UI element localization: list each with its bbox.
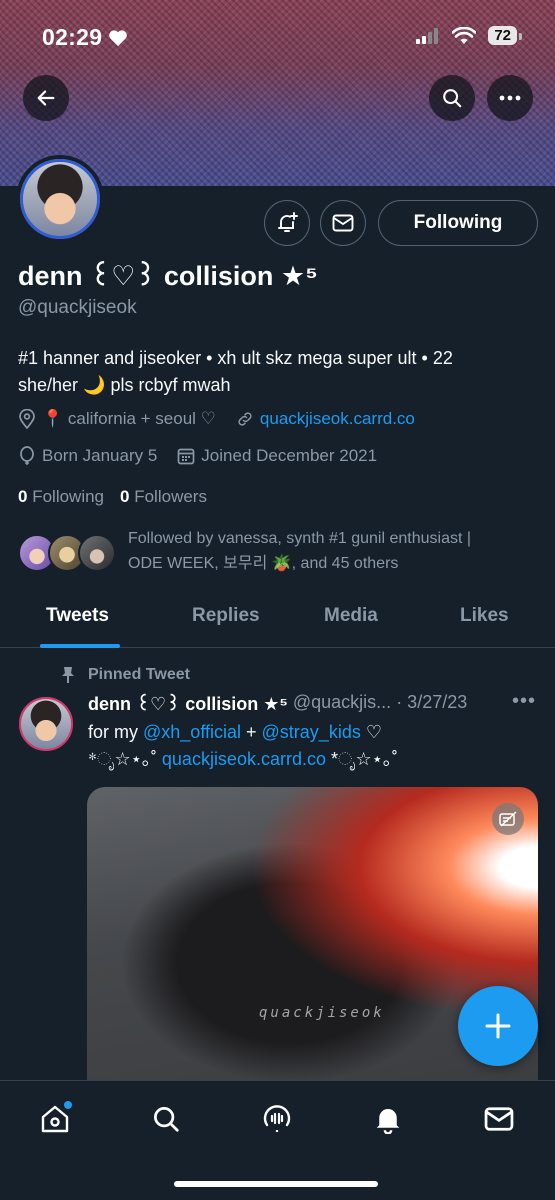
tab-replies[interactable]: Replies bbox=[192, 605, 260, 627]
search-icon bbox=[154, 1107, 179, 1132]
tweet-more-button[interactable]: ••• bbox=[512, 690, 536, 713]
birthday: Born January 5 bbox=[18, 446, 157, 466]
avatar-ring bbox=[20, 159, 100, 239]
pinned-label: Pinned Tweet bbox=[60, 666, 190, 684]
location-pin-icon bbox=[19, 409, 35, 429]
mention-link[interactable]: @xh_official bbox=[143, 722, 241, 742]
birthday-text: Born January 5 bbox=[42, 446, 158, 465]
balloon-icon bbox=[20, 446, 34, 465]
back-arrow-icon bbox=[37, 90, 55, 106]
link-icon bbox=[238, 412, 252, 426]
spaces-icon bbox=[263, 1105, 291, 1132]
notifications-bell-button[interactable] bbox=[264, 200, 310, 246]
profile-meta-row: 📍 california + seoul ♡ quackjiseok.carrd… bbox=[18, 409, 415, 429]
bio-line: she/her 🌙 pls rcbyf mwah bbox=[18, 375, 231, 395]
mail-icon bbox=[332, 214, 354, 232]
website[interactable]: quackjiseok.carrd.co bbox=[236, 409, 415, 429]
battery-indicator: 72 bbox=[488, 26, 522, 45]
location-text: 📍 california + seoul ♡ bbox=[42, 409, 216, 428]
home-indicator bbox=[174, 1181, 378, 1187]
followed-by[interactable]: Followed by vanessa, synth #1 gunil enth… bbox=[18, 526, 523, 576]
tweet-media[interactable]: quackjiseok bbox=[87, 787, 538, 1107]
search-icon bbox=[443, 89, 462, 108]
tweet-date[interactable]: · 3/27/23 bbox=[396, 692, 467, 715]
status-bar: 02:29 72 bbox=[0, 0, 555, 72]
followed-by-avatars bbox=[18, 534, 118, 574]
profile-handle: @quackjiseok bbox=[18, 297, 137, 318]
wifi-icon bbox=[452, 26, 477, 44]
bio-line: #1 hanner and jiseoker • xh ult skz mega… bbox=[18, 348, 453, 368]
tweet-author-handle[interactable]: @quackjis... bbox=[293, 692, 391, 715]
bell-plus-icon bbox=[278, 212, 298, 232]
profile-bio: #1 hanner and jiseoker • xh ult skz mega… bbox=[18, 345, 538, 399]
followers-count-link[interactable]: 0 Followers bbox=[120, 487, 207, 507]
followed-by-text: Followed by vanessa, synth #1 gunil enth… bbox=[128, 530, 472, 572]
more-button[interactable] bbox=[487, 75, 533, 121]
media-watermark: quackjiseok bbox=[259, 1005, 385, 1021]
pin-icon bbox=[62, 667, 74, 683]
tab-tweets[interactable]: Tweets bbox=[46, 605, 109, 627]
nav-notifications[interactable] bbox=[368, 1099, 408, 1139]
joined-date: Joined December 2021 bbox=[177, 446, 377, 466]
profile-tabs: Tweets Replies Media Likes bbox=[0, 590, 555, 648]
signal-icon bbox=[416, 27, 439, 44]
heart-icon bbox=[109, 29, 128, 46]
tab-media[interactable]: Media bbox=[324, 605, 378, 627]
back-button[interactable] bbox=[23, 75, 69, 121]
tweet-author-name[interactable]: denn ꒰♡꒱ collision ★⁵ bbox=[88, 692, 288, 715]
notifications-icon bbox=[376, 1109, 400, 1134]
mention-link[interactable]: @stray_kids bbox=[262, 722, 361, 742]
nav-search[interactable] bbox=[146, 1099, 186, 1139]
messages-icon bbox=[484, 1107, 514, 1131]
tab-likes[interactable]: Likes bbox=[460, 605, 509, 627]
tweet-header: denn ꒰♡꒱ collision ★⁵ @quackjis... · 3/2… bbox=[88, 692, 467, 715]
status-icons: 72 bbox=[416, 26, 522, 45]
display-name: denn ꒰♡꒱ collision ★⁵ bbox=[18, 261, 318, 291]
gif-badge-icon bbox=[499, 811, 517, 827]
home-notification-dot bbox=[64, 1101, 72, 1109]
media-badge bbox=[492, 803, 524, 835]
nav-home[interactable] bbox=[35, 1099, 75, 1139]
calendar-icon bbox=[177, 448, 195, 465]
message-button[interactable] bbox=[320, 200, 366, 246]
profile-avatar[interactable] bbox=[16, 155, 104, 243]
status-time: 02:29 bbox=[42, 24, 128, 51]
nav-messages[interactable] bbox=[479, 1099, 519, 1139]
profile-dates-row: Born January 5 Joined December 2021 bbox=[18, 446, 377, 466]
active-tab-indicator bbox=[40, 644, 120, 648]
tweet-text-line: *ೃ☆⋆｡˚ quackjiseok.carrd.co *ೃ☆⋆｡˚ bbox=[88, 749, 398, 769]
tweet-text: for my @xh_official + @stray_kids ♡ *ೃ☆⋆… bbox=[88, 719, 528, 773]
tweet-text-line: for my @xh_official + @stray_kids ♡ bbox=[88, 722, 382, 742]
joined-text: Joined December 2021 bbox=[201, 446, 378, 465]
more-icon bbox=[499, 95, 521, 101]
compose-tweet-button[interactable] bbox=[458, 986, 538, 1066]
location: 📍 california + seoul ♡ bbox=[18, 409, 216, 429]
website-link[interactable]: quackjiseok.carrd.co bbox=[260, 409, 415, 429]
following-count-link[interactable]: 0 Following bbox=[18, 487, 104, 507]
tweet-avatar[interactable] bbox=[16, 694, 76, 754]
nav-spaces[interactable] bbox=[257, 1099, 297, 1139]
search-button[interactable] bbox=[429, 75, 475, 121]
follower-avatar bbox=[78, 534, 116, 572]
following-button[interactable]: Following bbox=[378, 200, 538, 246]
follow-counts: 0 Following 0 Followers bbox=[18, 487, 207, 507]
tweet-link[interactable]: quackjiseok.carrd.co bbox=[162, 749, 326, 769]
plus-icon bbox=[485, 1013, 511, 1039]
